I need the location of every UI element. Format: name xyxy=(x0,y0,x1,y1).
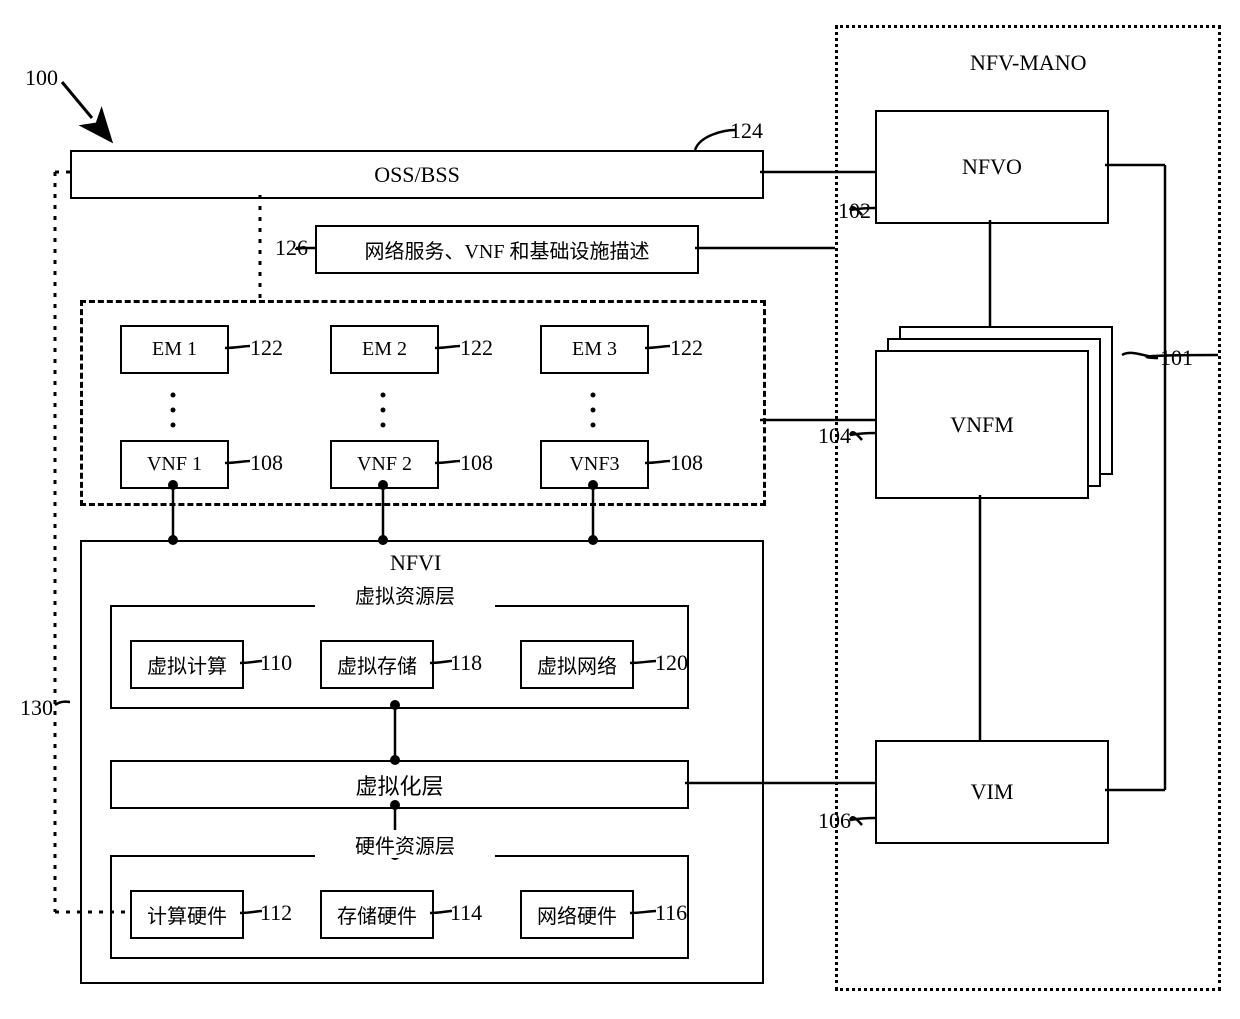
hcompute-label: 计算硬件 xyxy=(147,900,227,929)
nfvi-title: NFVI xyxy=(390,550,441,576)
vnfm-label: VNFM xyxy=(950,412,1014,438)
hnetwork-box: 网络硬件 xyxy=(520,890,634,939)
desc-label: 网络服务、VNF 和基础设施描述 xyxy=(364,235,649,264)
ref-vnf3: 108 xyxy=(670,450,703,476)
vnetwork-label: 虚拟网络 xyxy=(537,650,617,679)
virtualization-layer-label: 虚拟化层 xyxy=(355,769,443,801)
ref-101: 101 xyxy=(1160,345,1193,371)
em1-box: EM 1 xyxy=(120,325,229,374)
hstorage-label: 存储硬件 xyxy=(337,900,417,929)
vnf2-label: VNF 2 xyxy=(357,453,412,476)
em2-label: EM 2 xyxy=(362,338,407,361)
em3-box: EM 3 xyxy=(540,325,649,374)
ref-116: 116 xyxy=(655,900,687,926)
hnetwork-label: 网络硬件 xyxy=(537,900,617,929)
ref-114: 114 xyxy=(450,900,482,926)
ref-124: 124 xyxy=(730,118,763,144)
vnf2-box: VNF 2 xyxy=(330,440,439,489)
oss-bss-label: OSS/BSS xyxy=(374,162,460,188)
hcompute-box: 计算硬件 xyxy=(130,890,244,939)
ref-120: 120 xyxy=(655,650,688,676)
nfvo-label: NFVO xyxy=(962,154,1022,180)
ref-em2: 122 xyxy=(460,335,493,361)
ref-100: 100 xyxy=(25,65,58,91)
vnf1-label: VNF 1 xyxy=(147,453,202,476)
vim-box: VIM xyxy=(875,740,1109,844)
ref-104: 104 xyxy=(818,423,851,449)
vstorage-label: 虚拟存储 xyxy=(337,650,417,679)
virtual-resource-title-2: 虚拟资源层 xyxy=(315,580,495,609)
ref-110: 110 xyxy=(260,650,292,676)
ref-130: 130 xyxy=(20,695,53,721)
virtualization-layer-box: 虚拟化层 xyxy=(110,760,689,809)
vnf3-box: VNF3 xyxy=(540,440,649,489)
vnfm-box: VNFM xyxy=(875,350,1089,499)
ref-118: 118 xyxy=(450,650,482,676)
vnetwork-box: 虚拟网络 xyxy=(520,640,634,689)
diagram-canvas: 100 NFV-MANO 101 NFVO 102 VNFM 104 VIM 1… xyxy=(0,0,1240,1019)
ref-em3: 122 xyxy=(670,335,703,361)
ref-102: 102 xyxy=(838,198,871,224)
ref-126: 126 xyxy=(275,235,308,261)
ref-106: 106 xyxy=(818,808,851,834)
em2-box: EM 2 xyxy=(330,325,439,374)
desc-box: 网络服务、VNF 和基础设施描述 xyxy=(315,225,699,274)
vcompute-box: 虚拟计算 xyxy=(130,640,244,689)
vim-label: VIM xyxy=(971,779,1014,805)
nfvo-box: NFVO xyxy=(875,110,1109,224)
ref-vnf2: 108 xyxy=(460,450,493,476)
vcompute-label: 虚拟计算 xyxy=(147,650,227,679)
ref-em1: 122 xyxy=(250,335,283,361)
ref-112: 112 xyxy=(260,900,292,926)
vnf1-box: VNF 1 xyxy=(120,440,229,489)
mano-title: NFV-MANO xyxy=(970,50,1087,76)
ref-vnf1: 108 xyxy=(250,450,283,476)
vnf3-label: VNF3 xyxy=(569,453,619,476)
vstorage-box: 虚拟存储 xyxy=(320,640,434,689)
oss-bss-box: OSS/BSS xyxy=(70,150,764,199)
hstorage-box: 存储硬件 xyxy=(320,890,434,939)
em3-label: EM 3 xyxy=(572,338,617,361)
em1-label: EM 1 xyxy=(152,338,197,361)
hardware-resource-title-2: 硬件资源层 xyxy=(315,830,495,859)
